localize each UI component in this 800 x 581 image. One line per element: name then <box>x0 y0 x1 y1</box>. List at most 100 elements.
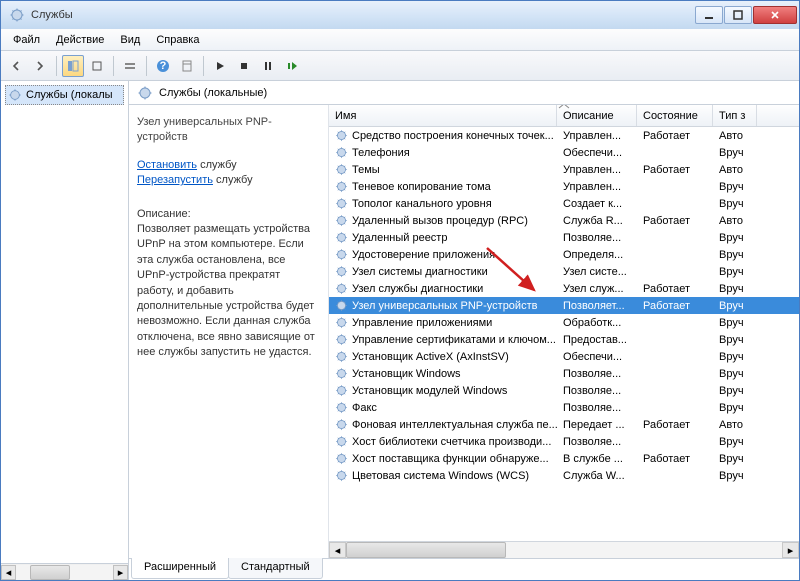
show-tree-button[interactable] <box>62 55 84 77</box>
cell-state <box>637 339 713 341</box>
cell-type: Вруч <box>713 452 757 466</box>
service-row[interactable]: Теневое копирование томаУправлен...Вруч <box>329 178 799 195</box>
list-hscroll[interactable]: ◂▸ <box>329 541 799 558</box>
service-row[interactable]: Тополог канального уровняСоздает к...Вру… <box>329 195 799 212</box>
service-row[interactable]: Управление приложениямиОбработк...Вруч <box>329 314 799 331</box>
help-button[interactable]: ? <box>152 55 174 77</box>
service-row[interactable]: Узел системы диагностикиУзел систе...Вру… <box>329 263 799 280</box>
restart-button[interactable] <box>281 55 303 77</box>
service-row[interactable]: Хост библиотеки счетчика производи...Поз… <box>329 433 799 450</box>
service-row[interactable]: Хост поставщика функции обнаруже...В слу… <box>329 450 799 467</box>
cell-type: Авто <box>713 129 757 143</box>
start-button[interactable] <box>209 55 231 77</box>
cell-name: Хост поставщика функции обнаруже... <box>329 451 557 466</box>
cell-desc: Обработк... <box>557 316 637 330</box>
cell-desc: Управлен... <box>557 163 637 177</box>
cell-name: Узел службы диагностики <box>329 281 557 296</box>
cell-state <box>637 475 713 477</box>
cell-desc: Управлен... <box>557 129 637 143</box>
cell-desc: Передает ... <box>557 418 637 432</box>
forward-button[interactable] <box>29 55 51 77</box>
cell-name: Фоновая интеллектуальная служба пе... <box>329 417 557 432</box>
sort-indicator-icon <box>558 105 570 106</box>
menu-file[interactable]: Файл <box>5 31 48 49</box>
cell-state: Работает <box>637 282 713 296</box>
cell-type: Вруч <box>713 316 757 330</box>
cell-state <box>637 390 713 392</box>
cell-type: Вруч <box>713 469 757 483</box>
right-header: Службы (локальные) <box>129 81 799 105</box>
restart-link[interactable]: Перезапустить <box>137 174 213 186</box>
tree-root[interactable]: Службы (локалы <box>5 85 124 105</box>
service-row[interactable]: Фоновая интеллектуальная служба пе...Пер… <box>329 416 799 433</box>
service-row[interactable]: ТемыУправлен...РаботаетАвто <box>329 161 799 178</box>
service-row[interactable]: Установщик ActiveX (AxInstSV)Обеспечи...… <box>329 348 799 365</box>
cell-name: Телефония <box>329 145 557 160</box>
cell-type: Вруч <box>713 248 757 262</box>
service-row[interactable]: Средство построения конечных точек...Упр… <box>329 127 799 144</box>
cell-state: Работает <box>637 163 713 177</box>
cell-desc: Предостав... <box>557 333 637 347</box>
cell-desc: Позволяе... <box>557 367 637 381</box>
service-row[interactable]: Установщик WindowsПозволяе...Вруч <box>329 365 799 382</box>
cell-type: Вруч <box>713 231 757 245</box>
cell-name: Установщик ActiveX (AxInstSV) <box>329 349 557 364</box>
cell-name: Узел универсальных PNP-устройств <box>329 298 557 313</box>
back-button[interactable] <box>5 55 27 77</box>
cell-desc: Обеспечи... <box>557 350 637 364</box>
stop-link[interactable]: Остановить <box>137 159 197 171</box>
refresh-button[interactable] <box>176 55 198 77</box>
cell-type: Вруч <box>713 180 757 194</box>
cell-name: Цветовая система Windows (WCS) <box>329 468 557 483</box>
menu-help[interactable]: Справка <box>148 31 207 49</box>
description-label: Описание: <box>137 207 320 222</box>
cell-name: Факс <box>329 400 557 415</box>
stop-button[interactable] <box>233 55 255 77</box>
tree-view[interactable]: Службы (локалы <box>1 81 128 563</box>
service-row[interactable]: Удаленный вызов процедур (RPC)Служба R..… <box>329 212 799 229</box>
service-row[interactable]: Установщик модулей WindowsПозволяе...Вру… <box>329 382 799 399</box>
cell-state: Работает <box>637 452 713 466</box>
col-type[interactable]: Тип з <box>713 105 757 126</box>
maximize-button[interactable] <box>724 6 752 24</box>
minimize-button[interactable] <box>695 6 723 24</box>
menu-view[interactable]: Вид <box>112 31 148 49</box>
cell-name: Удаленный реестр <box>329 230 557 245</box>
cell-type: Вруч <box>713 299 757 313</box>
service-row[interactable]: Управление сертификатами и ключом...Пред… <box>329 331 799 348</box>
tab-extended[interactable]: Расширенный <box>131 558 229 579</box>
cell-state <box>637 322 713 324</box>
cell-state <box>637 356 713 358</box>
right-pane: Службы (локальные) Узел универсальных PN… <box>129 81 799 580</box>
close-button[interactable] <box>753 6 797 24</box>
service-row[interactable]: Удостоверение приложенияОпределя...Вруч <box>329 246 799 263</box>
properties-button[interactable] <box>119 55 141 77</box>
cell-desc: Узел систе... <box>557 265 637 279</box>
pause-button[interactable] <box>257 55 279 77</box>
col-name[interactable]: Имя <box>329 105 557 126</box>
service-row[interactable]: Узел универсальных PNP-устройствПозволяе… <box>329 297 799 314</box>
cell-type: Вруч <box>713 435 757 449</box>
cell-type: Вруч <box>713 333 757 347</box>
service-row[interactable]: Узел службы диагностикиУзел служ...Работ… <box>329 280 799 297</box>
tab-standard[interactable]: Стандартный <box>228 558 323 579</box>
service-row[interactable]: ТелефонияОбеспечи...Вруч <box>329 144 799 161</box>
export-button[interactable] <box>86 55 108 77</box>
cell-type: Вруч <box>713 401 757 415</box>
cell-state: Работает <box>637 214 713 228</box>
cell-state: Работает <box>637 299 713 313</box>
cell-state: Работает <box>637 418 713 432</box>
menu-action[interactable]: Действие <box>48 31 112 49</box>
toolbar: ? <box>1 51 799 81</box>
titlebar[interactable]: Службы <box>1 1 799 29</box>
service-row[interactable]: ФаксПозволяе...Вруч <box>329 399 799 416</box>
col-state[interactable]: Состояние <box>637 105 713 126</box>
service-row[interactable]: Цветовая система Windows (WCS)Служба W..… <box>329 467 799 484</box>
cell-desc: Позволяе... <box>557 435 637 449</box>
cell-state <box>637 271 713 273</box>
service-row[interactable]: Удаленный реестрПозволяе...Вруч <box>329 229 799 246</box>
cell-state <box>637 152 713 154</box>
left-hscroll[interactable]: ◂▸ <box>1 563 128 580</box>
window-title: Службы <box>31 9 695 21</box>
cell-type: Вруч <box>713 146 757 160</box>
